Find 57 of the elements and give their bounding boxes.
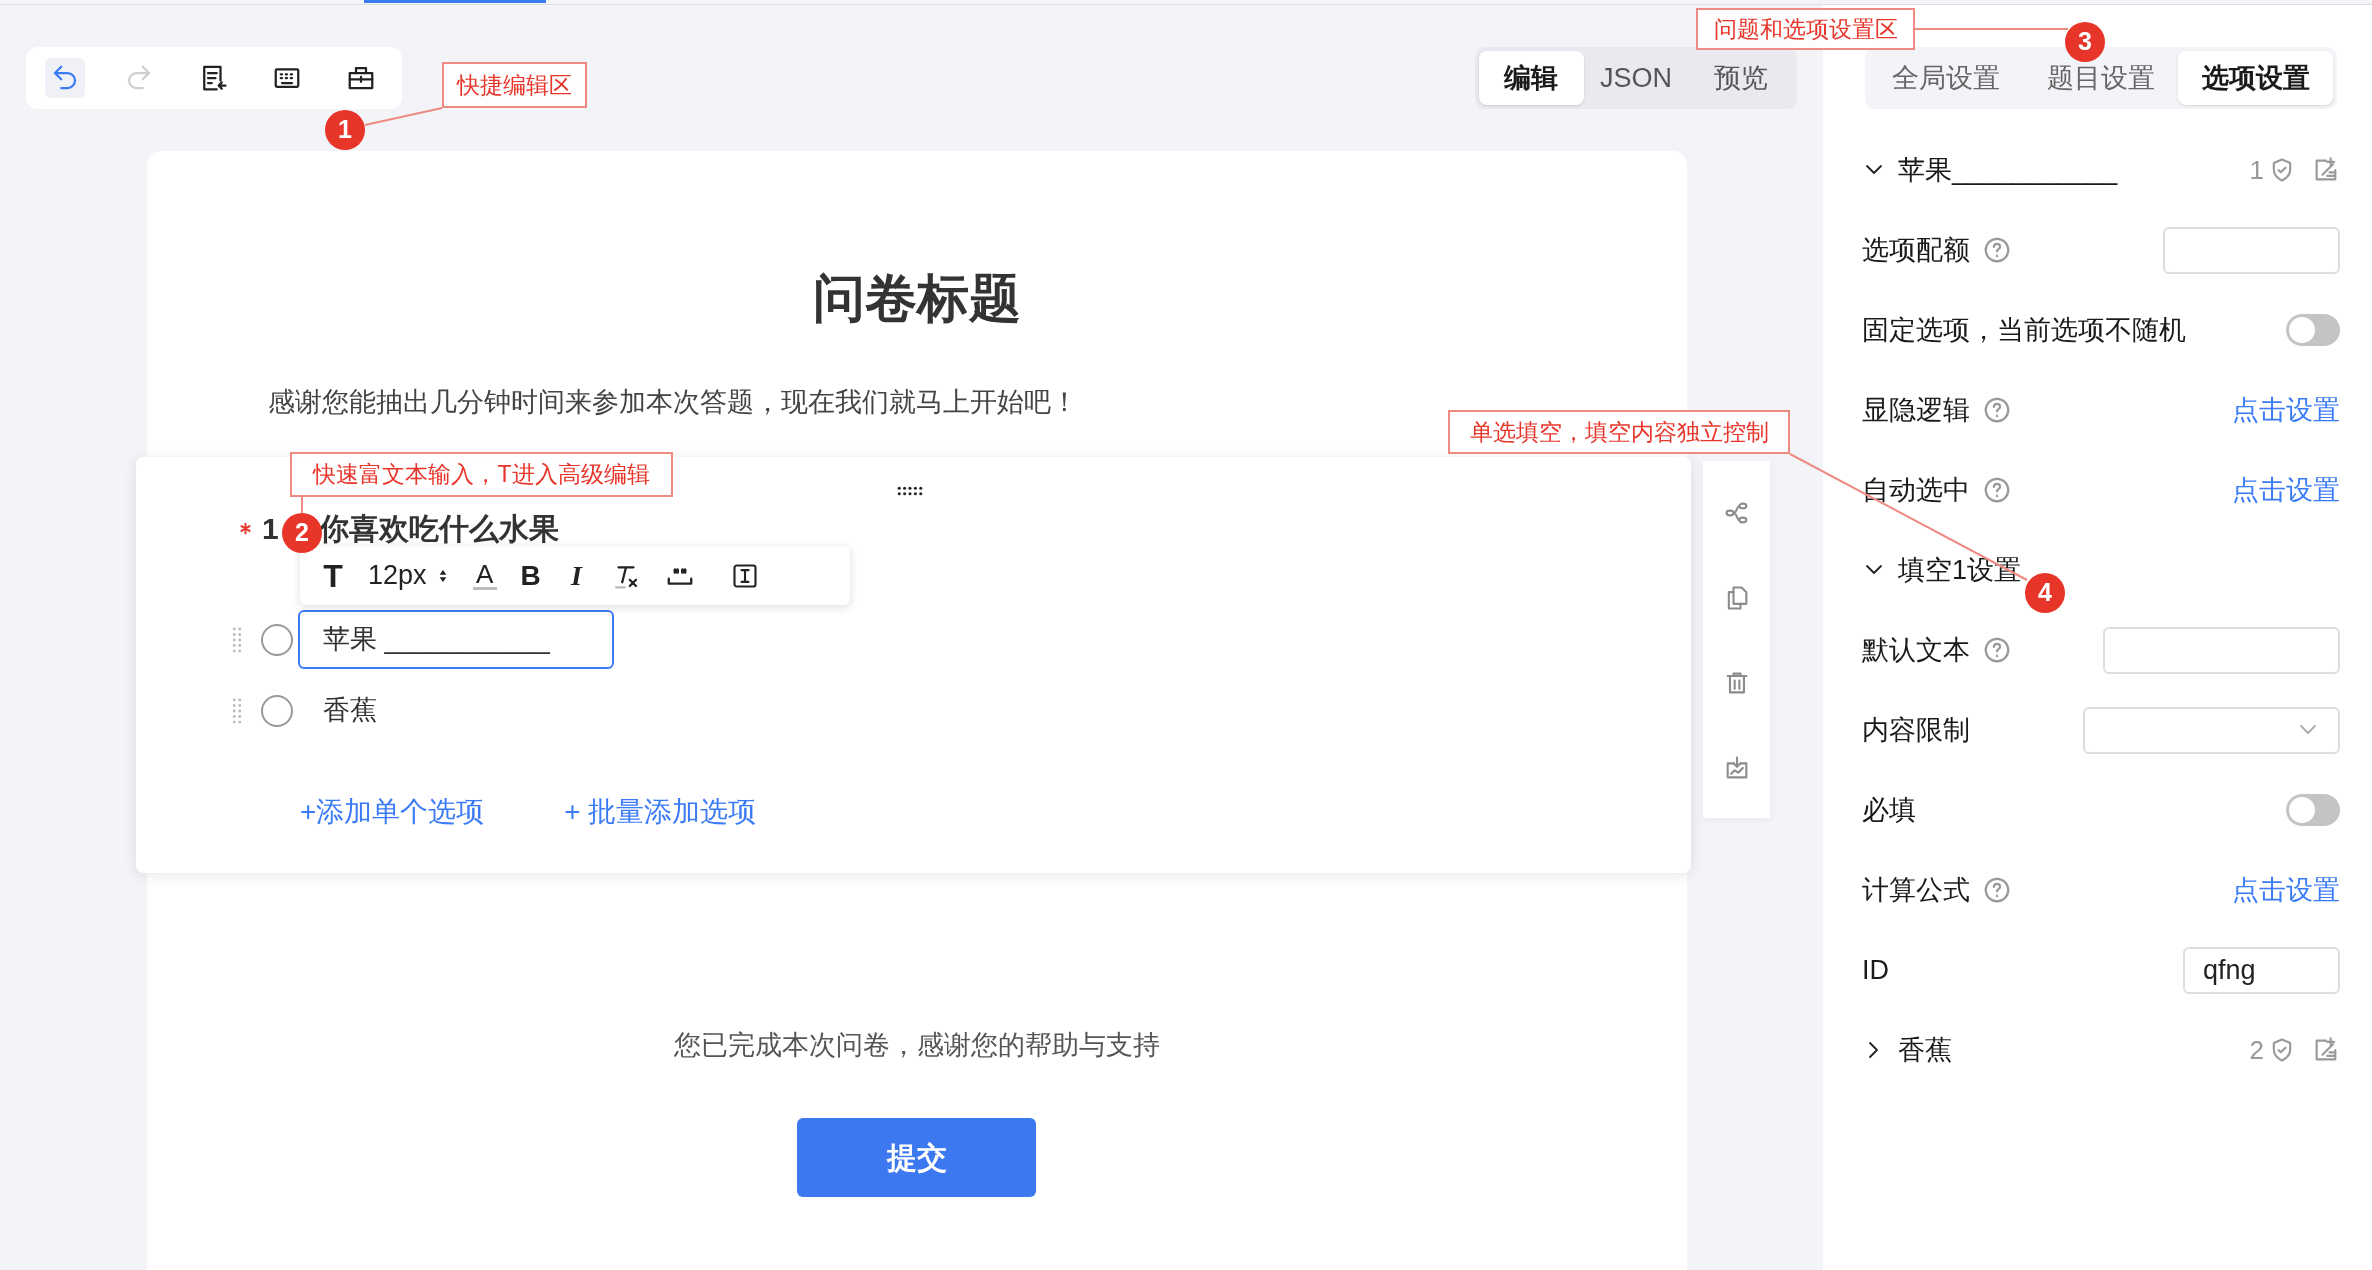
step-marker: 1 [325,110,365,150]
setting-label: 自动选中 [1862,473,1970,507]
settings-link[interactable]: 点击设置 [2232,469,2340,511]
add-option-link[interactable]: + 批量添加选项 [564,794,757,830]
view-tab[interactable]: 编辑 [1479,51,1584,105]
settings-tab[interactable]: 全局设置 [1869,51,2024,105]
drag-handle-icon[interactable] [232,696,242,725]
survey-description: 感谢您能抽出几分钟时间来参加本次答题，现在我们就马上开始吧！ [267,386,1079,419]
section-title[interactable]: 香蕉 [1898,1029,2250,1071]
setting-label: 固定选项，当前选项不随机 [1862,313,2186,347]
option-index: 1 [2249,153,2264,187]
toggle-switch[interactable] [2286,314,2340,346]
text-style-button[interactable]: T [320,551,346,600]
annotation-label: 快捷编辑区 [442,62,587,108]
help-icon[interactable] [1982,235,2012,265]
text-input-field[interactable] [2163,226,2340,274]
option-index: 2 [2249,1033,2264,1067]
dropdown-field[interactable] [2083,706,2340,754]
option-input-field[interactable]: 苹果 ___________ [298,610,614,669]
question-number: 1 [262,510,279,547]
submit-button[interactable]: 提交 [797,1118,1036,1197]
annotation-label: 单选填空，填空内容独立控制 [1448,410,1790,454]
view-tab[interactable]: JSON [1583,51,1689,105]
drag-handle-icon[interactable] [232,625,242,654]
setting-label: 必填 [1862,793,1916,827]
font-size-select[interactable]: 12px [368,555,451,596]
toggle-switch[interactable] [2286,794,2340,826]
font-color-button[interactable]: A [472,561,497,590]
completion-message: 您已完成本次问卷，感谢您的帮助与支持 [673,1029,1161,1062]
italic-button[interactable]: I [564,554,589,597]
help-icon[interactable] [1982,635,2012,665]
annotation-label: 快速富文本输入，T进入高级编辑 [290,452,673,497]
settings-link[interactable]: 点击设置 [2232,869,2340,911]
help-icon[interactable] [1982,475,2012,505]
text-box-icon[interactable] [730,561,759,590]
add-option-link[interactable]: +添加单个选项 [300,794,485,830]
bold-button[interactable]: B [518,554,543,597]
setting-label: 默认文本 [1862,633,1970,667]
leader-line [301,496,303,514]
setting-label: 显隐逻辑 [1862,393,1970,427]
setting-label: 内容限制 [1862,713,1970,747]
setting-label: ID [1862,953,1889,987]
help-icon[interactable] [1982,395,2012,425]
text-input-field[interactable]: qfng [2183,946,2340,994]
setting-label: 计算公式 [1862,873,1970,907]
annotation-label: 问题和选项设置区 [1696,8,1915,50]
view-tab[interactable]: 预览 [1688,51,1793,105]
survey-title: 问卷标题 [812,268,1022,328]
settings-tab[interactable]: 选项设置 [2178,51,2333,105]
setting-label: 选项配额 [1862,233,1970,267]
help-icon[interactable] [1982,875,2012,905]
text-input-field[interactable] [2103,626,2340,674]
section-title[interactable]: 苹果___________ [1898,149,2250,191]
option-label[interactable]: 香蕉 [298,681,402,740]
radio-button[interactable] [261,623,293,656]
settings-link[interactable]: 点击设置 [2232,389,2340,431]
radio-button[interactable] [261,694,293,727]
